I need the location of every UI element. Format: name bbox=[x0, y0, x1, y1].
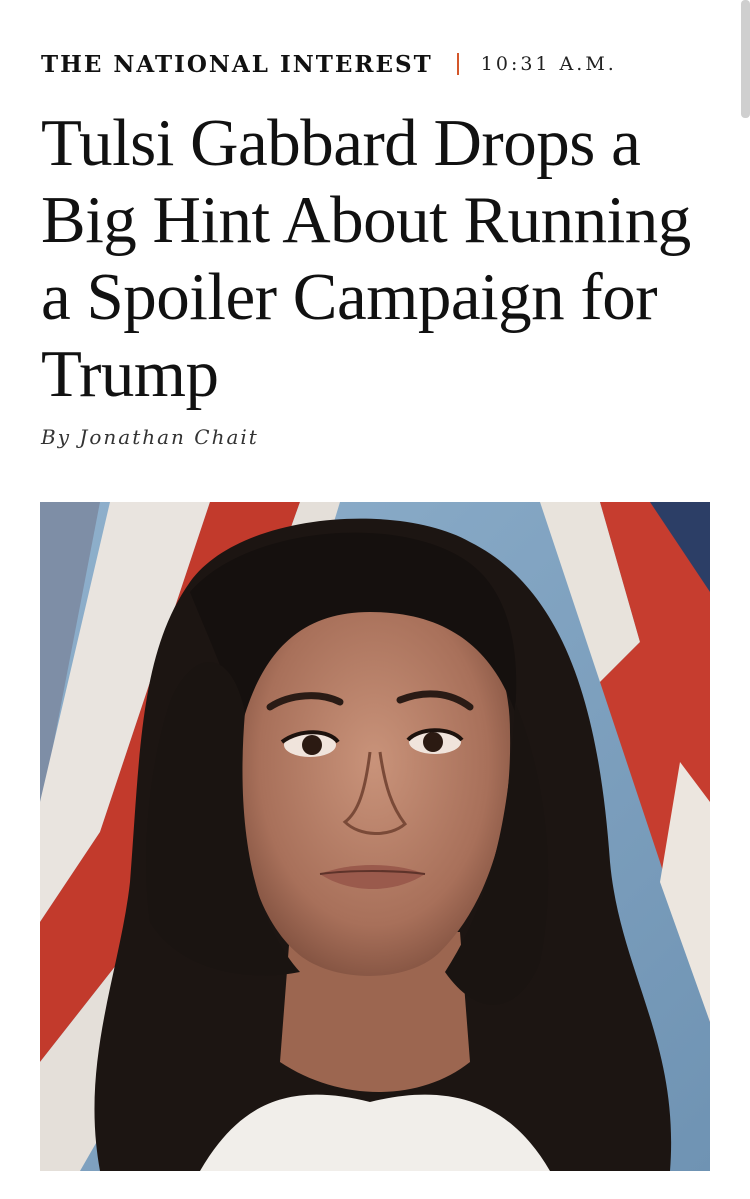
timestamp: 10:31 A.M. bbox=[480, 53, 617, 75]
scrollbar[interactable] bbox=[741, 0, 750, 118]
hero-photo bbox=[40, 502, 710, 1171]
kicker-divider bbox=[456, 53, 459, 75]
article-headline: Tulsi Gabbard Drops a Big Hint About Run… bbox=[41, 106, 691, 411]
portrait-illustration bbox=[40, 502, 710, 1171]
section-label[interactable]: THE NATIONAL INTEREST bbox=[41, 51, 433, 78]
article-kicker: THE NATIONAL INTEREST 10:31 A.M. bbox=[41, 48, 617, 80]
byline[interactable]: By Jonathan Chait bbox=[41, 425, 259, 449]
